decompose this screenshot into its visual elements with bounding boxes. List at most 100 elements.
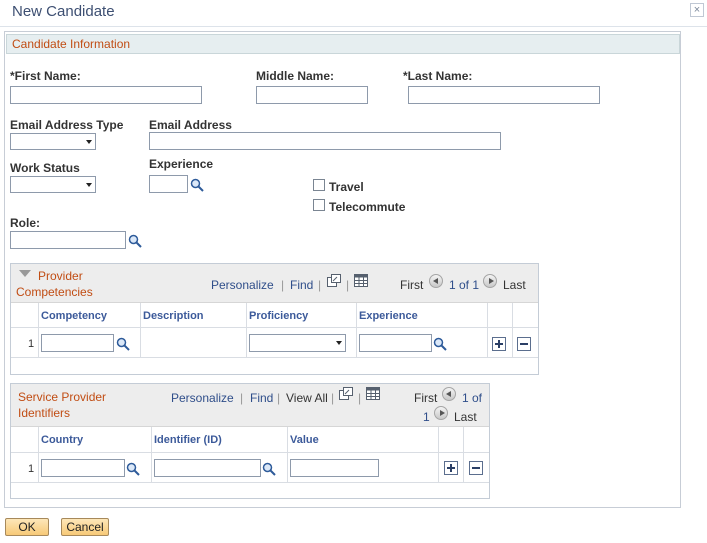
previous-icon[interactable]	[442, 387, 456, 401]
search-icon[interactable]	[190, 178, 204, 192]
search-icon[interactable]	[116, 337, 130, 351]
search-icon[interactable]	[126, 462, 140, 476]
separator: |	[318, 278, 322, 292]
competencies-title-line2: Competencies	[16, 285, 93, 299]
competency-experience-input[interactable]	[359, 334, 432, 352]
email-type-label: Email Address Type	[10, 118, 124, 132]
separator: |	[331, 391, 335, 405]
travel-checkbox[interactable]	[313, 179, 325, 191]
next-icon[interactable]	[434, 406, 448, 420]
experience-label: Experience	[149, 157, 214, 171]
competencies-personalize-link[interactable]: Personalize	[211, 278, 274, 292]
email-type-select[interactable]	[10, 133, 96, 150]
collapse-triangle-icon[interactable]	[19, 270, 31, 278]
competency-input[interactable]	[41, 334, 114, 352]
column-divider	[38, 427, 39, 483]
row-divider	[11, 357, 538, 358]
last-name-input[interactable]	[408, 86, 600, 104]
column-divider	[287, 427, 288, 483]
column-header-proficiency[interactable]: Proficiency	[249, 310, 308, 322]
telecommute-checkbox[interactable]	[313, 199, 325, 211]
separator: |	[240, 391, 244, 405]
travel-label: Travel	[329, 180, 364, 194]
header-row-divider	[11, 327, 538, 328]
column-header-value[interactable]: Value	[290, 434, 319, 446]
search-icon[interactable]	[433, 337, 447, 351]
header-row-divider	[11, 452, 489, 453]
new-window-icon[interactable]	[327, 274, 341, 287]
chevron-down-icon	[336, 341, 342, 345]
add-row-icon[interactable]	[444, 461, 458, 475]
proficiency-select[interactable]	[249, 334, 346, 352]
experience-input[interactable]	[149, 175, 188, 193]
identifiers-range-a: 1 of	[462, 391, 483, 405]
first-name-label: *First Name:	[10, 69, 81, 83]
last-name-label: *Last Name:	[403, 69, 473, 83]
work-status-label: Work Status	[10, 161, 80, 175]
identifiers-find-link[interactable]: Find	[250, 391, 273, 405]
identifiers-view-all[interactable]: View All	[286, 391, 328, 405]
competencies-title-line1: Provider	[38, 269, 83, 283]
close-icon[interactable]: ×	[690, 3, 704, 17]
email-address-input[interactable]	[149, 132, 501, 150]
previous-icon[interactable]	[429, 274, 443, 288]
middle-name-input[interactable]	[256, 86, 368, 104]
column-divider	[246, 303, 247, 358]
column-header-competency[interactable]: Competency	[41, 310, 107, 322]
competencies-first-label: First	[400, 278, 424, 292]
title-divider	[0, 26, 707, 27]
column-header-identifier[interactable]: Identifier (ID)	[154, 434, 222, 446]
new-window-icon[interactable]	[339, 387, 353, 400]
search-icon[interactable]	[262, 462, 276, 476]
column-divider	[140, 303, 141, 358]
identifiers-personalize-link[interactable]: Personalize	[171, 391, 234, 405]
column-divider	[438, 427, 439, 483]
identifier-value-input[interactable]	[290, 459, 379, 477]
identifiers-range-b: 1	[423, 410, 430, 424]
email-address-label: Email Address	[149, 118, 232, 132]
first-name-input[interactable]	[10, 86, 202, 104]
competencies-range: 1 of 1	[449, 278, 480, 292]
identifiers-first-label: First	[414, 391, 438, 405]
delete-row-icon[interactable]	[469, 461, 483, 475]
identifier-input[interactable]	[154, 459, 261, 477]
row-number: 1	[28, 463, 35, 475]
column-divider	[463, 427, 464, 483]
identifiers-title-line2: Identifiers	[18, 406, 71, 420]
next-icon[interactable]	[483, 274, 497, 288]
column-header-country[interactable]: Country	[41, 434, 83, 446]
role-input[interactable]	[10, 231, 126, 249]
add-row-icon[interactable]	[492, 337, 506, 351]
cancel-button[interactable]: Cancel	[61, 518, 109, 536]
search-icon[interactable]	[128, 234, 142, 248]
dialog-title: New Candidate	[12, 3, 115, 20]
column-header-description[interactable]: Description	[143, 310, 204, 322]
column-divider	[487, 303, 488, 358]
competencies-find-link[interactable]: Find	[290, 278, 313, 292]
role-label: Role:	[10, 216, 40, 230]
ok-button[interactable]: OK	[5, 518, 49, 536]
spreadsheet-icon[interactable]	[366, 387, 380, 400]
middle-name-label: Middle Name:	[256, 69, 335, 83]
competencies-last-label: Last	[503, 278, 526, 292]
row-divider	[11, 482, 489, 483]
section-title: Candidate Information	[12, 37, 131, 51]
separator: |	[346, 278, 350, 292]
chevron-down-icon	[86, 183, 92, 187]
separator: |	[277, 391, 281, 405]
separator: |	[281, 278, 285, 292]
spreadsheet-icon[interactable]	[354, 274, 368, 287]
work-status-select[interactable]	[10, 176, 96, 193]
column-divider	[512, 303, 513, 358]
row-number: 1	[28, 338, 35, 350]
column-divider	[38, 303, 39, 358]
separator: |	[358, 391, 362, 405]
column-divider	[151, 427, 152, 483]
delete-row-icon[interactable]	[517, 337, 531, 351]
identifiers-title-line1: Service Provider	[18, 390, 107, 404]
column-divider	[356, 303, 357, 358]
chevron-down-icon	[86, 140, 92, 144]
country-input[interactable]	[41, 459, 125, 477]
identifiers-last-label: Last	[454, 410, 477, 424]
column-header-experience[interactable]: Experience	[359, 310, 418, 322]
